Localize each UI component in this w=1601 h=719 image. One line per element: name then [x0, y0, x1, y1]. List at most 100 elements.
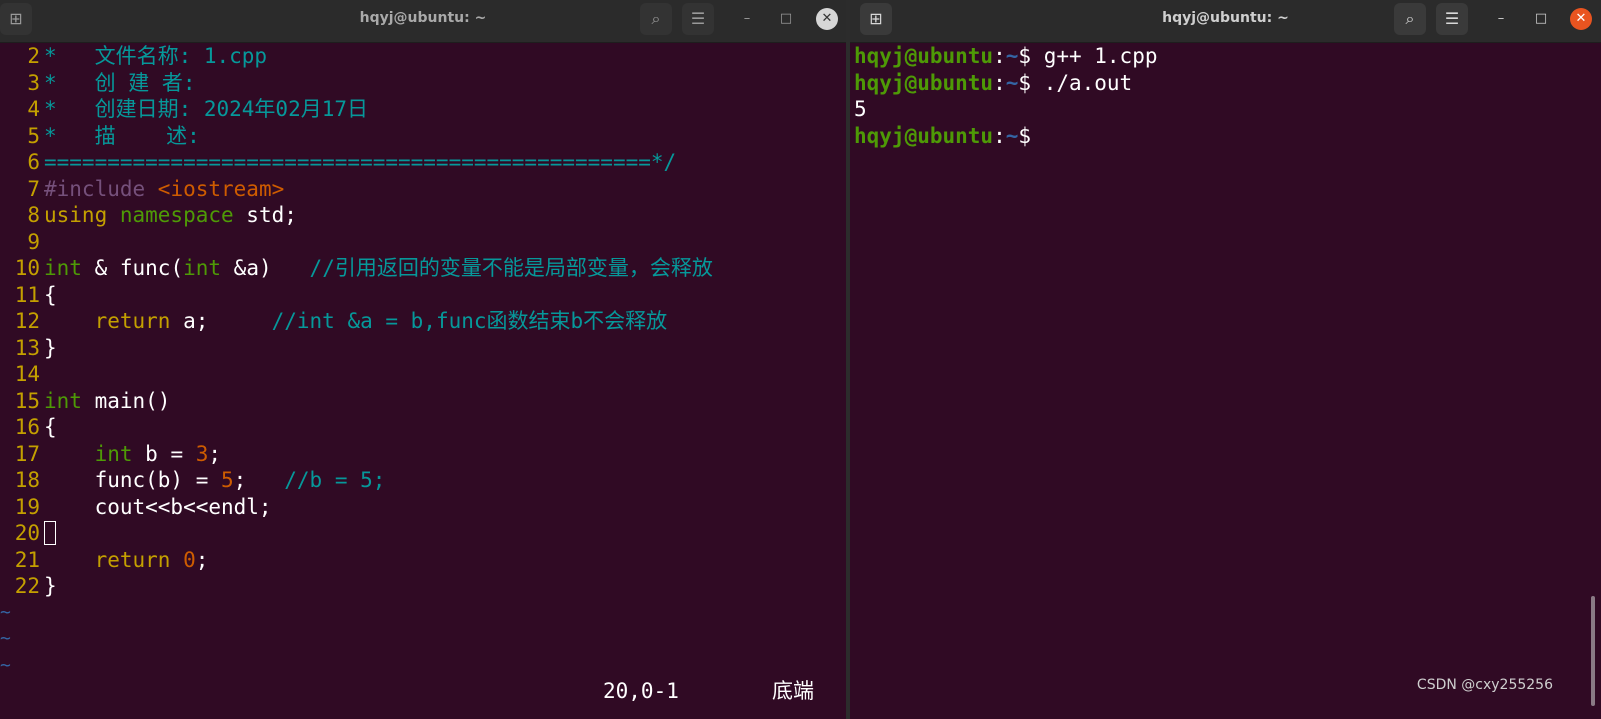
right-window-title: hqyj@ubuntu: ~: [1162, 10, 1289, 26]
code-token: main(): [81, 388, 171, 413]
prompt-separator: :: [993, 123, 1006, 148]
code-token: 5: [221, 468, 234, 492]
code-token: }: [44, 335, 57, 360]
code-token: int: [183, 256, 222, 280]
empty-line-marker: ~: [0, 654, 11, 676]
line-number: 6: [27, 150, 40, 174]
menu-icon[interactable]: ☰: [682, 3, 714, 35]
code-line: 8 using namespace std;: [0, 202, 297, 228]
code-token: return: [94, 309, 171, 333]
vim-terminal-window: ⊞ hqyj@ubuntu: ~ ⌕ ☰ – □ ✕ 2 * 文件名称: 1.cp…: [0, 0, 846, 719]
prompt-symbol: $: [1018, 44, 1044, 68]
search-icon[interactable]: ⌕: [640, 3, 672, 35]
maximize-button[interactable]: □: [775, 8, 797, 30]
code-token: * 描 述:: [44, 123, 200, 148]
code-token: }: [44, 574, 57, 598]
line-number: 8: [27, 203, 40, 227]
shell-output[interactable]: hqyj@ubuntu:~$ g++ 1.cpp hqyj@ubuntu:~$ .…: [850, 43, 1601, 719]
line-number: 9: [27, 229, 40, 254]
code-token: int: [44, 388, 82, 413]
left-titlebar: ⊞ hqyj@ubuntu: ~ ⌕ ☰ – □ ✕: [0, 0, 846, 43]
prompt-path: ~: [1005, 44, 1019, 68]
prompt-separator: :: [993, 44, 1006, 68]
prompt-path: ~: [1005, 70, 1019, 95]
code-token: {: [44, 415, 57, 439]
code-token: using: [44, 203, 120, 227]
maximize-button[interactable]: □: [1530, 8, 1552, 30]
scroll-status: 底端: [772, 679, 814, 703]
cursor-position: 20,0-1: [603, 679, 679, 703]
code-line: 16{: [0, 414, 57, 440]
empty-line-marker: ~: [0, 601, 11, 623]
code-line: 9: [0, 229, 44, 255]
watermark: CSDN @cxy255256: [1416, 677, 1553, 693]
code-line: 21 return 0;: [0, 547, 209, 573]
prompt-user: hqyj@ubuntu: [854, 70, 994, 95]
code-token: //引用返回的变量不能是局部变量，会释放: [309, 256, 713, 280]
code-token: //b = 5;: [284, 468, 386, 492]
line-number: 3: [27, 70, 40, 95]
line-number: 12: [14, 309, 40, 333]
close-button[interactable]: ✕: [1570, 8, 1592, 30]
prompt-line: hqyj@ubuntu:~$ ./a.out: [854, 70, 1132, 96]
line-number: 16: [14, 415, 40, 439]
line-number: 4: [27, 97, 40, 121]
menu-icon[interactable]: ☰: [1436, 3, 1468, 35]
code-token: & func(: [81, 256, 184, 280]
line-number: 2: [27, 44, 40, 68]
code-token: 3: [195, 441, 209, 466]
line-number: 21: [14, 547, 40, 572]
line-number: 22: [14, 574, 40, 598]
code-line: 6 =======================================…: [0, 149, 676, 175]
vim-editor[interactable]: 2 * 文件名称: 1.cpp 3 * 创 建 者: 4 * 创建日期: 2024年02月…: [0, 43, 846, 719]
code-token: a;: [170, 309, 272, 333]
output-line: 5: [854, 96, 867, 122]
code-token: ;: [208, 441, 222, 466]
code-line: 7 #include <iostream>: [0, 176, 284, 202]
code-line: 13}: [0, 335, 57, 361]
minimize-button[interactable]: –: [1490, 8, 1512, 30]
terminal-scrollbar[interactable]: [1591, 596, 1595, 706]
prompt-path: ~: [1005, 123, 1019, 148]
code-token: func(b) =: [44, 468, 222, 492]
shell-terminal-window: ⊞ hqyj@ubuntu: ~ ⌕ ☰ – □ ✕ hqyj@ubuntu:~…: [850, 0, 1601, 719]
prompt-line: hqyj@ubuntu:~$: [854, 123, 1031, 149]
code-line: 5 * 描 述:: [0, 123, 200, 149]
code-token: ;: [233, 468, 285, 492]
code-token: #include: [44, 176, 158, 201]
code-line: 11{: [0, 282, 57, 308]
program-output: 5: [854, 97, 867, 121]
line-number: 11: [14, 282, 40, 307]
code-token: ;: [195, 547, 209, 572]
line-number: 5: [27, 123, 40, 148]
text-cursor: [44, 521, 56, 545]
code-line: 19 cout<<b<<endl;: [0, 494, 272, 520]
minimize-button[interactable]: –: [736, 8, 758, 30]
code-token: namespace: [119, 203, 234, 227]
line-number: 13: [14, 335, 40, 360]
code-token: b =: [132, 441, 196, 466]
code-token: std;: [233, 203, 297, 227]
prompt-user: hqyj@ubuntu: [854, 123, 994, 148]
code-line: 15 int main(): [0, 388, 171, 414]
code-token: cout<<b<<endl;: [44, 494, 272, 519]
line-number: 15: [14, 388, 40, 413]
line-number: 19: [14, 494, 40, 519]
code-token: &a): [221, 256, 310, 280]
code-token: * 文件名称: 1.cpp: [44, 44, 268, 68]
close-button[interactable]: ✕: [816, 8, 838, 30]
line-number: 10: [14, 256, 40, 280]
code-token: 0: [183, 547, 196, 572]
prompt-symbol: $: [1018, 123, 1032, 148]
left-window-title: hqyj@ubuntu: ~: [359, 10, 487, 26]
code-line: 12 return a; //int &a = b,func函数结束b不会释放: [0, 308, 667, 334]
search-icon[interactable]: ⌕: [1394, 3, 1426, 35]
code-line: 18 func(b) = 5; //b = 5;: [0, 467, 386, 493]
prompt-symbol: $: [1018, 70, 1044, 95]
code-token: * 创建日期: 2024年02月17日: [44, 97, 369, 121]
line-number: 18: [14, 468, 40, 492]
